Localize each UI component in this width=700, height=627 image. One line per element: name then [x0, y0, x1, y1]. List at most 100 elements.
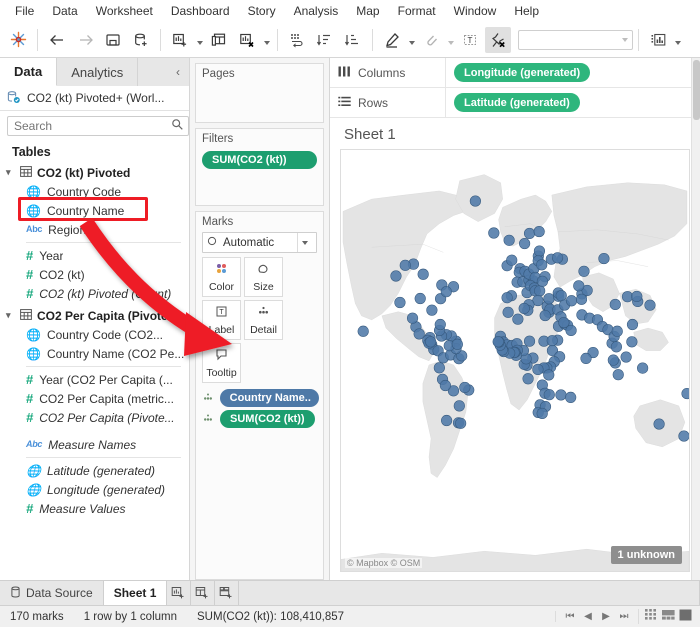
map-mark[interactable]: [502, 306, 514, 318]
sort-descending-icon[interactable]: [340, 27, 366, 53]
tab-data[interactable]: Data: [0, 58, 58, 86]
field-country-code-2[interactable]: 🌐 Country Code (CO2...: [0, 325, 189, 344]
field-region[interactable]: Abc Region: [0, 220, 189, 239]
pages-card[interactable]: Pages: [195, 63, 324, 123]
field-country-name-2[interactable]: 🌐 Country Name (CO2 Pe...: [0, 344, 189, 363]
map-mark[interactable]: [536, 407, 548, 420]
menu-item-analysis[interactable]: Analysis: [285, 1, 348, 21]
field-measure-values[interactable]: # Measure Values: [0, 499, 189, 518]
map-view[interactable]: © Mapbox © OSM 1 unknown: [340, 149, 690, 572]
new-worksheet-icon[interactable]: [167, 581, 192, 605]
swap-rows-columns-icon[interactable]: [284, 27, 310, 53]
map-mark[interactable]: [555, 389, 567, 401]
forward-arrow-icon[interactable]: [72, 27, 98, 53]
map-mark[interactable]: [433, 362, 445, 374]
nav-prev-button[interactable]: ◀: [580, 611, 596, 622]
rows-shelf-drop[interactable]: Latitude (generated): [446, 88, 700, 117]
map-mark[interactable]: [637, 362, 649, 374]
menu-item-dashboard[interactable]: Dashboard: [162, 1, 239, 21]
fix-axes-icon[interactable]: [485, 26, 511, 53]
field-country-code[interactable]: 🌐 Country Code: [0, 182, 189, 201]
back-arrow-icon[interactable]: [44, 27, 70, 53]
label-button[interactable]: T Label: [202, 300, 241, 340]
menu-item-help[interactable]: Help: [505, 1, 548, 21]
map-mark[interactable]: [609, 298, 621, 311]
chevron-down-icon[interactable]: ▾: [6, 310, 15, 321]
chevron-down-icon[interactable]: ▾: [6, 167, 15, 178]
filmstrip-view-icon[interactable]: [662, 609, 675, 624]
map-mark[interactable]: [506, 254, 518, 266]
map-mark[interactable]: [678, 430, 689, 442]
mark-type-selector[interactable]: Automatic: [202, 232, 317, 253]
map-mark[interactable]: [612, 369, 624, 381]
map-mark[interactable]: [644, 299, 656, 311]
menu-item-data[interactable]: Data: [43, 1, 86, 21]
field-co2-kt[interactable]: # CO2 (kt): [0, 265, 189, 284]
menu-item-map[interactable]: Map: [347, 1, 388, 21]
map-mark[interactable]: [426, 304, 438, 316]
map-mark[interactable]: [611, 325, 623, 337]
shelf-pill-latitude[interactable]: Latitude (generated): [454, 93, 580, 112]
table-row[interactable]: ▾ CO2 Per Capita (Pivoted): [0, 306, 189, 325]
map-mark[interactable]: [555, 290, 567, 302]
tab-analytics[interactable]: Analytics: [57, 58, 139, 86]
field-year-2[interactable]: # Year (CO2 Per Capita (...: [0, 370, 189, 389]
detail-button[interactable]: Detail: [244, 300, 283, 340]
new-worksheet-dropdown-caret[interactable]: [194, 27, 205, 53]
new-data-source-icon[interactable]: [128, 27, 154, 53]
map-mark[interactable]: [519, 237, 531, 250]
map-mark[interactable]: [414, 292, 426, 305]
map-mark[interactable]: [488, 227, 500, 239]
show-me-icon[interactable]: [645, 27, 671, 53]
table-row[interactable]: ▾ CO2 (kt) Pivoted: [0, 163, 189, 182]
map-mark[interactable]: [533, 245, 546, 257]
map-mark[interactable]: [565, 295, 578, 307]
map-mark[interactable]: [620, 351, 632, 363]
map-mark[interactable]: [455, 417, 467, 429]
color-button[interactable]: Color: [202, 257, 241, 297]
new-worksheet-icon[interactable]: [167, 27, 193, 53]
map-mark[interactable]: [512, 313, 524, 325]
columns-shelf[interactable]: Columns Longitude (generated): [330, 58, 700, 88]
highlight-dropdown-caret[interactable]: [406, 27, 417, 53]
field-country-name[interactable]: 🌐 Country Name: [0, 201, 189, 220]
field-longitude-generated[interactable]: 🌐 Longitude (generated): [0, 480, 189, 499]
save-icon[interactable]: [100, 27, 126, 53]
map-mark[interactable]: [626, 318, 639, 331]
tab-data-source[interactable]: Data Source: [0, 581, 104, 605]
field-year[interactable]: # Year: [0, 246, 189, 265]
nav-next-button[interactable]: ▶: [598, 611, 614, 622]
map-mark[interactable]: [543, 389, 555, 401]
map-mark[interactable]: [575, 293, 588, 305]
map-mark[interactable]: [631, 290, 643, 303]
field-latitude-generated[interactable]: 🌐 Latitude (generated): [0, 461, 189, 480]
map-mark[interactable]: [580, 352, 592, 364]
map-canvas[interactable]: [341, 150, 689, 572]
nav-first-button[interactable]: ⏮: [562, 611, 578, 622]
map-mark[interactable]: [417, 268, 429, 280]
mark-pill-country-name[interactable]: Country Name..: [219, 389, 319, 407]
vertical-scrollbar[interactable]: [691, 58, 700, 580]
scrollbar-thumb[interactable]: [693, 60, 700, 120]
map-mark[interactable]: [539, 310, 551, 322]
map-mark[interactable]: [565, 391, 577, 403]
map-mark[interactable]: [399, 259, 411, 271]
menu-item-worksheet[interactable]: Worksheet: [87, 1, 162, 21]
new-dashboard-icon[interactable]: [191, 581, 216, 605]
new-story-icon[interactable]: [215, 581, 240, 605]
map-mark[interactable]: [406, 312, 419, 324]
map-mark[interactable]: [501, 292, 513, 304]
map-mark[interactable]: [518, 302, 530, 315]
search-field[interactable]: [12, 118, 171, 134]
map-mark[interactable]: [534, 285, 546, 297]
tableau-logo-icon[interactable]: [5, 27, 31, 53]
map-mark[interactable]: [536, 259, 548, 271]
mark-pill-sum-co2[interactable]: SUM(CO2 (kt)): [220, 410, 315, 428]
map-mark[interactable]: [565, 324, 577, 337]
sheet-view-icon[interactable]: [679, 609, 692, 624]
map-mark[interactable]: [533, 225, 545, 238]
field-co2-pivoted-count[interactable]: # CO2 (kt) Pivoted (Count): [0, 284, 189, 303]
group-members-icon[interactable]: [418, 27, 444, 53]
map-mark[interactable]: [357, 325, 369, 337]
highlight-icon[interactable]: [379, 27, 405, 53]
